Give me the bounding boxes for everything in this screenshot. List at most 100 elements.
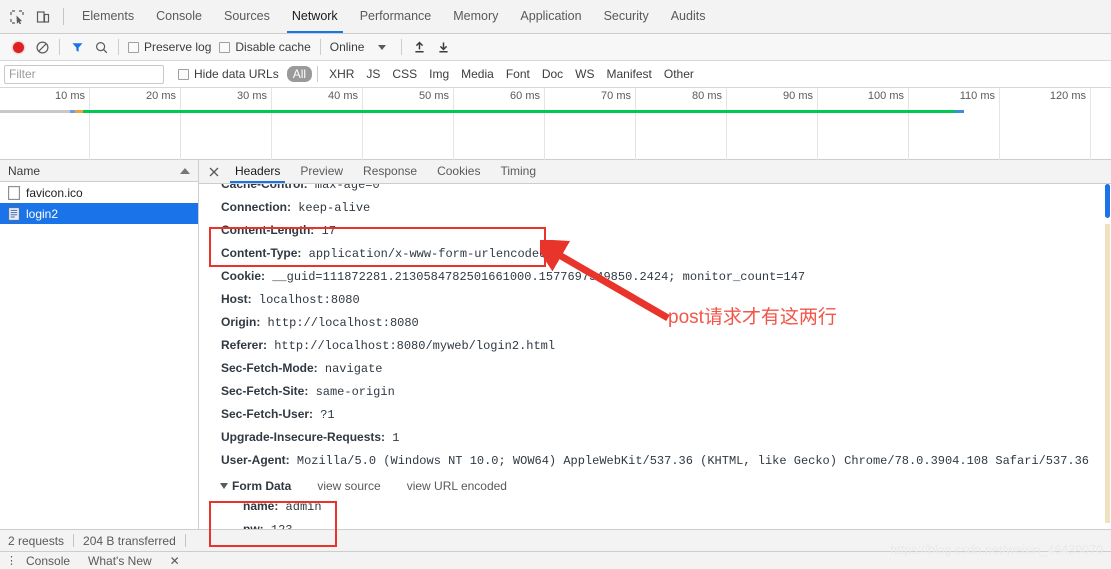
sort-ascending-icon[interactable] <box>180 168 190 174</box>
header-value: localhost:8080 <box>258 293 360 307</box>
header-value: application/x-www-form-urlencoded <box>308 247 547 261</box>
view-source-link[interactable]: view source <box>317 479 380 493</box>
tab-audits[interactable]: Audits <box>660 0 717 33</box>
preserve-log-label: Preserve log <box>144 40 212 54</box>
record-button-icon[interactable] <box>6 35 30 59</box>
toolbar-divider <box>63 8 64 25</box>
export-har-icon[interactable] <box>431 35 455 59</box>
request-row-login2[interactable]: login2 <box>0 203 198 224</box>
tab-response[interactable]: Response <box>353 160 427 183</box>
view-url-encoded-link[interactable]: view URL encoded <box>407 479 507 493</box>
tab-console[interactable]: Console <box>145 0 213 33</box>
header-row-sec-fetch-user: Sec-Fetch-User: ?1 <box>221 403 1111 426</box>
chevron-down-icon[interactable] <box>220 483 228 489</box>
form-field-value: admin <box>285 500 322 514</box>
request-name: favicon.ico <box>26 185 83 200</box>
tab-preview[interactable]: Preview <box>290 160 353 183</box>
header-row-cookie: Cookie: __guid=111872281.213058478250166… <box>221 265 1111 288</box>
main-tab-bar: Elements Console Sources Network Perform… <box>0 0 1111 34</box>
tab-memory[interactable]: Memory <box>442 0 509 33</box>
header-name: Content-Length: <box>221 223 315 237</box>
overview-tick-label: 80 ms <box>692 90 722 102</box>
header-value: navigate <box>324 362 383 376</box>
header-name: Cookie: <box>221 269 266 283</box>
toolbar-divider <box>317 66 319 82</box>
overview-tick-label: 90 ms <box>783 90 813 102</box>
request-row-favicon[interactable]: favicon.ico <box>0 182 198 203</box>
header-row-user-agent: User-Agent: Mozilla/5.0 (Windows NT 10.0… <box>221 449 1111 472</box>
scrollbar-thumb[interactable] <box>1105 184 1110 218</box>
network-overview-timeline[interactable]: 10 ms 20 ms 30 ms 40 ms 50 ms 60 ms 70 m… <box>0 88 1111 160</box>
filter-type-font[interactable]: Font <box>500 66 536 82</box>
clear-icon[interactable] <box>30 35 54 59</box>
filter-funnel-icon[interactable] <box>65 35 89 59</box>
tab-sources[interactable]: Sources <box>213 0 281 33</box>
throttling-select[interactable]: Online <box>326 40 369 54</box>
form-data-row-name: name: admin <box>243 495 1111 518</box>
header-name: User-Agent: <box>221 453 290 467</box>
overview-tick-label: 120 ms <box>1049 90 1086 102</box>
header-value: ?1 <box>320 408 335 422</box>
filter-input[interactable] <box>4 64 164 84</box>
headers-content: Cache-Control: max-age=0 Connection: kee… <box>199 184 1111 529</box>
overview-segment-orange <box>75 110 83 113</box>
form-field-value: 123 <box>271 523 293 529</box>
filter-type-doc[interactable]: Doc <box>536 66 569 82</box>
filter-type-js[interactable]: JS <box>360 66 386 82</box>
overview-tick-label: 60 ms <box>510 90 540 102</box>
header-row-upgrade-insecure-requests: Upgrade-Insecure-Requests: 1 <box>221 426 1111 449</box>
filter-type-img[interactable]: Img <box>423 66 455 82</box>
filter-type-other[interactable]: Other <box>658 66 700 82</box>
overview-segment-waiting <box>0 110 70 113</box>
preserve-log-checkbox[interactable]: Preserve log <box>124 40 215 54</box>
filter-type-media[interactable]: Media <box>455 66 500 82</box>
overview-tick-label: 30 ms <box>237 90 267 102</box>
tab-cookies[interactable]: Cookies <box>427 160 490 183</box>
resource-type-filters: All XHR JS CSS Img Media Font Doc WS Man… <box>286 66 700 82</box>
filter-type-manifest[interactable]: Manifest <box>601 66 658 82</box>
checkbox-box <box>128 41 139 53</box>
header-name: Cache-Control: <box>221 184 308 191</box>
scrollbar-track[interactable] <box>1105 224 1110 523</box>
filter-type-xhr[interactable]: XHR <box>323 66 360 82</box>
hide-data-urls-checkbox[interactable]: Hide data URLs <box>174 67 283 81</box>
device-toolbar-icon[interactable] <box>30 4 56 30</box>
tab-elements[interactable]: Elements <box>71 0 145 33</box>
chevron-down-icon[interactable] <box>378 44 387 50</box>
column-header-name: Name <box>8 163 41 178</box>
tab-headers[interactable]: Headers <box>225 160 290 183</box>
drawer-close-icon[interactable]: ✕ <box>161 554 189 568</box>
details-scrollbar[interactable] <box>1104 184 1111 529</box>
request-list-header[interactable]: Name <box>0 160 198 182</box>
tab-security[interactable]: Security <box>593 0 660 33</box>
filter-type-ws[interactable]: WS <box>569 66 600 82</box>
header-value: same-origin <box>315 385 395 399</box>
import-har-icon[interactable] <box>407 35 431 59</box>
search-icon[interactable] <box>89 35 113 59</box>
tab-network[interactable]: Network <box>281 0 349 33</box>
drawer-tab-whats-new[interactable]: What's New <box>79 554 161 568</box>
status-divider <box>73 534 75 547</box>
overview-tick-label: 50 ms <box>419 90 449 102</box>
header-row-cache-control: Cache-Control: max-age=0 <box>221 184 1111 196</box>
inspect-element-icon[interactable] <box>4 4 30 30</box>
toolbar-divider <box>59 39 60 55</box>
close-icon[interactable] <box>203 167 225 177</box>
form-data-title: Form Data <box>232 479 292 493</box>
disable-cache-checkbox[interactable]: Disable cache <box>215 40 314 54</box>
drawer-tab-console[interactable]: Console <box>17 554 79 568</box>
header-name: Sec-Fetch-Mode: <box>221 361 318 375</box>
overview-segment-download <box>83 110 961 113</box>
tab-timing[interactable]: Timing <box>490 160 546 183</box>
header-name: Upgrade-Insecure-Requests: <box>221 430 386 444</box>
form-data-header[interactable]: Form Data view source view URL encoded <box>220 479 1111 493</box>
toolbar-divider <box>401 39 403 55</box>
header-value: http://localhost:8080/myweb/login2.html <box>274 339 556 353</box>
header-name: Sec-Fetch-User: <box>221 407 314 421</box>
more-options-icon[interactable]: ⋮ <box>6 555 17 566</box>
tab-application[interactable]: Application <box>509 0 592 33</box>
filter-type-css[interactable]: CSS <box>386 66 423 82</box>
filter-type-all[interactable]: All <box>286 66 313 82</box>
tab-performance[interactable]: Performance <box>349 0 443 33</box>
request-list-panel: Name favicon.ico login2 <box>0 160 199 529</box>
